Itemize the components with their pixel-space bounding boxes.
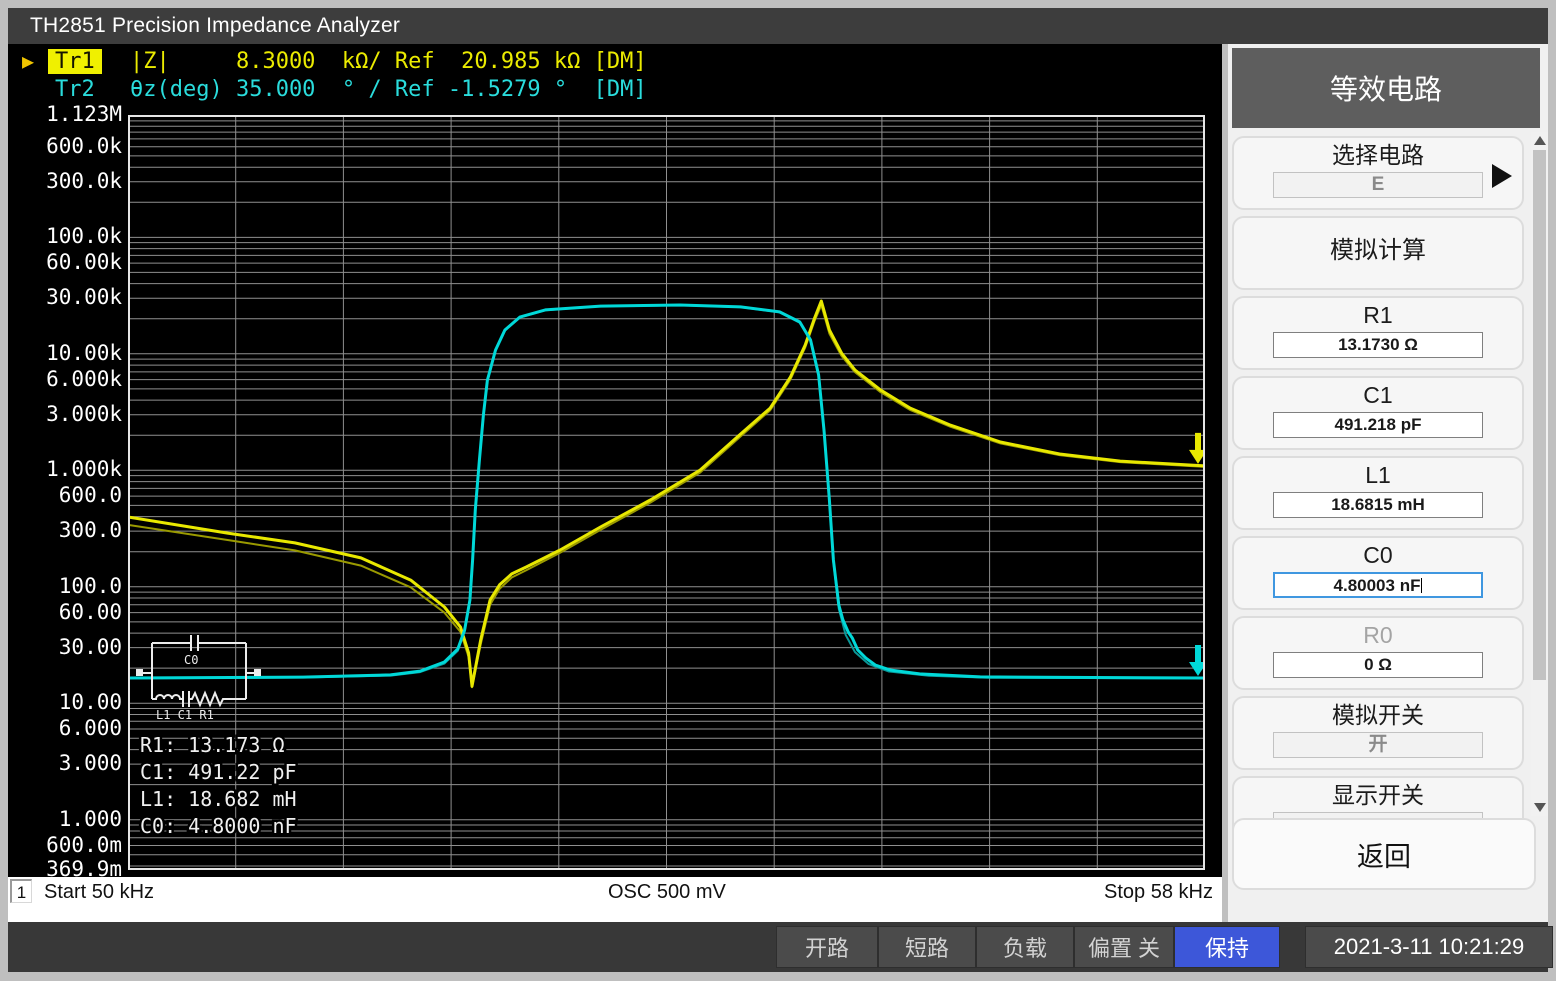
trace1-readout: |Z| 8.3000 kΩ/ Ref 20.985 kΩ [DM]: [130, 49, 647, 74]
y-axis-tick-label: 600.0k: [46, 133, 122, 158]
panel-title: 等效电路: [1232, 48, 1540, 128]
r1-value-field[interactable]: 13.1730 Ω: [1273, 332, 1483, 358]
inset-bottom-label: L1 C1 R1: [156, 708, 214, 722]
y-axis-tick-label: 100.0: [58, 573, 122, 598]
equivalent-circuit-panel: 等效电路 选择电路 E 模拟计算 R1 13.1730 Ω C1 491.218…: [1228, 44, 1548, 922]
y-axis-tick-label: 6.000k: [46, 366, 122, 391]
c1-value-field[interactable]: 491.218 pF: [1273, 412, 1483, 438]
r0-button[interactable]: R0 0 Ω: [1232, 616, 1524, 690]
sweep-start-label: Start 50 kHz: [44, 881, 155, 903]
sim-switch-label: 模拟开关: [1332, 702, 1424, 728]
y-axis-tick-label: 3.000k: [46, 401, 122, 426]
circuit-inset: [136, 635, 261, 708]
panel-scroll-area: 选择电路 E 模拟计算 R1 13.1730 Ω C1 491.218 pF L…: [1228, 132, 1528, 866]
sim-switch-button[interactable]: 模拟开关 开: [1232, 696, 1524, 770]
r1-button[interactable]: R1 13.1730 Ω: [1232, 296, 1524, 370]
inset-top-label: C0: [184, 653, 198, 667]
sweep-status-row: 1 Start 50 kHz OSC 500 mV Stop 58 kHz: [8, 877, 1222, 922]
c0-label: C0: [1363, 542, 1393, 568]
display-switch-label: 显示开关: [1332, 782, 1424, 808]
measurement-screen: ▶ Tr1 |Z| 8.3000 kΩ/ Ref 20.985 kΩ [DM] …: [8, 44, 1222, 881]
cal-load-button[interactable]: 负载: [976, 926, 1074, 968]
y-axis-tick-label: 1.123M: [46, 102, 122, 126]
trace2-readout: θz(deg) 35.000 ° / Ref -1.5279 ° [DM]: [130, 77, 647, 102]
chart-area: C0 L1 C1 R1 R1: 13.173 Ω C1: 491.22 pF L1: 1…: [126, 115, 1207, 870]
bias-button[interactable]: 偏置 关: [1074, 926, 1174, 968]
fit-annotation: C1: 491.22 pF: [140, 760, 297, 784]
select-circuit-button[interactable]: 选择电路 E: [1232, 136, 1524, 210]
c1-button[interactable]: C1 491.218 pF: [1232, 376, 1524, 450]
y-axis-tick-label: 6.000: [58, 716, 122, 741]
y-axis-tick-label: 30.00k: [46, 285, 122, 310]
y-axis-labels: 1.123M 600.0k 300.0k 100.0k 60.00k 30.00k 10.0…: [8, 44, 126, 881]
datetime-display: 2021-3-11 10:21:29: [1305, 926, 1553, 968]
window-title: TH2851 Precision Impedance Analyzer: [8, 8, 1548, 44]
channel-indicator: 1: [10, 879, 32, 903]
y-axis-tick-label: 600.0m: [46, 832, 122, 857]
c0-value-field[interactable]: 4.80003 nF: [1273, 572, 1483, 598]
trace2-level-arrow-icon: [1189, 644, 1207, 676]
scroll-up-icon[interactable]: [1534, 136, 1546, 145]
panel-scrollbar[interactable]: [1531, 132, 1548, 816]
impedance-chart-svg: C0 L1 C1 R1 R1: 13.173 Ω C1: 491.22 pF L1: 1…: [126, 115, 1207, 870]
scrollbar-thumb[interactable]: [1533, 150, 1546, 680]
back-button[interactable]: 返回: [1232, 818, 1536, 890]
r1-label: R1: [1363, 302, 1393, 328]
l1-label: L1: [1365, 462, 1391, 488]
simulate-button[interactable]: 模拟计算: [1232, 216, 1524, 290]
sweep-stop-label: Stop 58 kHz: [1104, 881, 1213, 903]
y-axis-tick-label: 300.0k: [46, 168, 122, 193]
c0-button[interactable]: C0 4.80003 nF: [1232, 536, 1524, 610]
y-axis-tick-label: 3.000: [58, 751, 122, 776]
y-axis-tick-label: 300.0: [58, 518, 122, 543]
y-axis-tick-label: 10.00k: [46, 340, 122, 365]
simulate-label: 模拟计算: [1330, 237, 1426, 264]
y-axis-tick-label: 30.00: [58, 634, 122, 659]
bottom-bar: 开路 短路 负载 偏置 关 保持 2021-3-11 10:21:29: [8, 922, 1553, 972]
y-axis-tick-label: 60.00: [58, 599, 122, 624]
trace1-level-arrow-icon: [1189, 432, 1207, 464]
fit-annotation: L1: 18.682 mH: [140, 787, 297, 811]
submenu-arrow-icon: [1492, 164, 1512, 188]
hold-button[interactable]: 保持: [1174, 926, 1280, 968]
trace2-info-line: Tr2 θz(deg) 35.000 ° / Ref -1.5279 ° [DM…: [8, 77, 1222, 104]
osc-level-label: OSC 500 mV: [608, 881, 726, 903]
y-axis-tick-label: 10.00: [58, 690, 122, 715]
l1-value-field[interactable]: 18.6815 mH: [1273, 492, 1483, 518]
cal-short-button[interactable]: 短路: [878, 926, 976, 968]
y-axis-tick-label: 600.0: [58, 483, 122, 508]
y-axis-tick-label: 1.000k: [46, 457, 122, 482]
cal-open-button[interactable]: 开路: [776, 926, 878, 968]
r0-value-field[interactable]: 0 Ω: [1273, 652, 1483, 678]
fit-annotation: R1: 13.173 Ω: [140, 733, 285, 757]
fit-annotation: C0: 4.8000 nF: [140, 814, 297, 838]
text-cursor: [1421, 578, 1423, 593]
sim-switch-value[interactable]: 开: [1273, 732, 1483, 758]
select-circuit-value[interactable]: E: [1273, 172, 1483, 198]
y-axis-tick-label: 60.00k: [46, 250, 122, 275]
r0-label: R0: [1363, 622, 1393, 648]
select-circuit-label: 选择电路: [1332, 142, 1424, 168]
trace1-info-line: ▶ Tr1 |Z| 8.3000 kΩ/ Ref 20.985 kΩ [DM]: [8, 49, 1222, 76]
y-axis-tick-label: 100.0k: [46, 224, 122, 249]
l1-button[interactable]: L1 18.6815 mH: [1232, 456, 1524, 530]
c1-label: C1: [1363, 382, 1393, 408]
scroll-down-icon[interactable]: [1534, 803, 1546, 812]
y-axis-tick-label: 1.000: [58, 806, 122, 831]
